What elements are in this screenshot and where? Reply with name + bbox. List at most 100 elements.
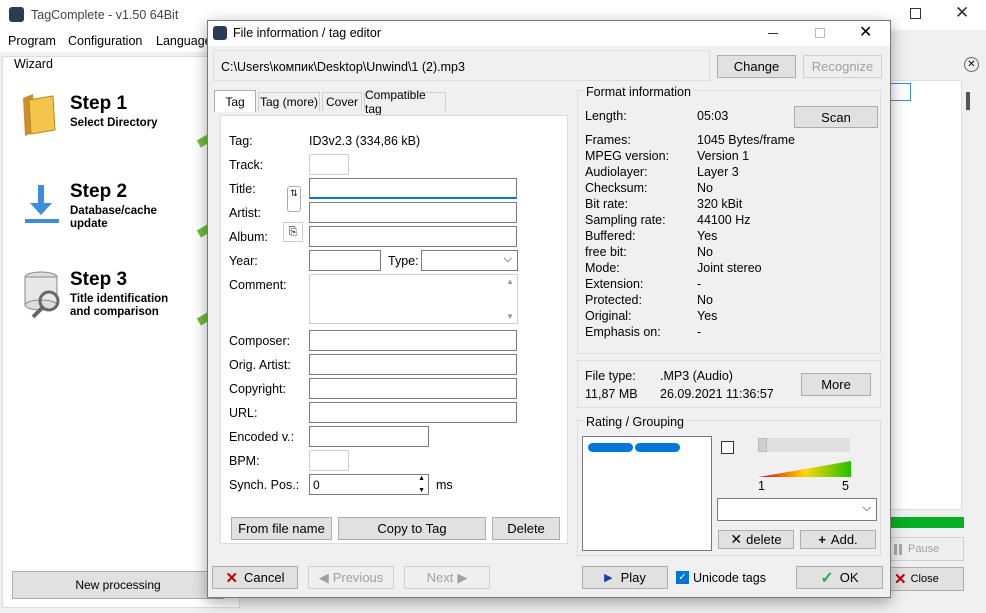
copy-album-icon[interactable]: ⎘ bbox=[283, 222, 303, 242]
wizard-label: Wizard bbox=[12, 57, 55, 71]
stepper-down-icon[interactable]: ▼ bbox=[418, 487, 425, 494]
format-value: 44100 Hz bbox=[697, 213, 751, 227]
dialog-maximize-button[interactable] bbox=[815, 28, 825, 38]
pause-label: Pause bbox=[908, 543, 940, 555]
grouping-select[interactable]: ⌵ bbox=[717, 498, 877, 521]
close-x-icon: ✕ bbox=[894, 571, 907, 588]
bpm-field[interactable] bbox=[309, 450, 349, 471]
step-2-subtitle: Database/cache update bbox=[70, 205, 157, 230]
tab-tag-more[interactable]: Tag (more) bbox=[258, 92, 320, 111]
url-field[interactable] bbox=[309, 402, 517, 423]
type-select[interactable]: ⌵ bbox=[421, 250, 518, 271]
main-window-title: TagComplete - v1.50 64Bit bbox=[31, 8, 179, 22]
tag-panel: Tag: ID3v2.3 (334,86 kB) Track: Title: A… bbox=[220, 115, 568, 544]
dialog-minimize-button[interactable] bbox=[768, 33, 778, 34]
unicode-tags-checkbox[interactable]: ✓ bbox=[676, 571, 689, 584]
format-value: 320 kBit bbox=[697, 197, 743, 211]
close-button[interactable]: ✕ Close bbox=[887, 567, 964, 591]
format-label: Emphasis on: bbox=[585, 325, 661, 339]
file-date: 26.09.2021 11:36:57 bbox=[660, 387, 774, 401]
step-1-subtitle: Select Directory bbox=[70, 117, 158, 129]
play-button[interactable]: ▶ Play bbox=[582, 566, 668, 589]
album-label: Album: bbox=[229, 230, 268, 244]
more-button[interactable]: More bbox=[801, 373, 871, 396]
album-field[interactable] bbox=[309, 226, 517, 247]
close-label: Close bbox=[910, 573, 939, 585]
menu-program[interactable]: Program bbox=[8, 34, 56, 48]
orig-artist-field[interactable] bbox=[309, 354, 517, 375]
format-info-heading: Format information bbox=[584, 85, 693, 99]
step-1-title: Step 1 bbox=[70, 93, 128, 114]
arrow-left-icon: ◀ bbox=[318, 569, 329, 585]
copyright-field[interactable] bbox=[309, 378, 517, 399]
format-label: Bit rate: bbox=[585, 197, 629, 211]
format-value: No bbox=[697, 293, 713, 307]
main-maximize-button[interactable] bbox=[910, 8, 921, 19]
year-field[interactable] bbox=[309, 250, 381, 271]
copyright-label: Copyright: bbox=[229, 382, 286, 396]
chevron-down-icon: ⌵ bbox=[862, 502, 871, 514]
checkmark-icon: ✓ bbox=[820, 569, 834, 587]
wizard-panel: Wizard Step 1 Select Directory Step 2 Da… bbox=[2, 56, 240, 608]
encoded-field[interactable] bbox=[309, 426, 429, 447]
rating-checkbox[interactable] bbox=[721, 441, 734, 454]
rating-group: Rating / Grouping 1 5 ⌵ ✕ delete + Add. bbox=[577, 415, 881, 556]
scan-button[interactable]: Scan bbox=[794, 106, 878, 128]
scroll-down-icon[interactable]: ▼ bbox=[506, 312, 514, 321]
tag-value: ID3v2.3 (334,86 kB) bbox=[309, 134, 421, 148]
tab-cover[interactable]: Cover bbox=[322, 92, 362, 111]
format-label: Audiolayer: bbox=[585, 165, 648, 179]
tab-tag[interactable]: Tag bbox=[214, 90, 256, 112]
stepper-up-icon[interactable]: ▲ bbox=[418, 475, 425, 482]
rating-slider[interactable] bbox=[758, 438, 850, 452]
composer-field[interactable] bbox=[309, 330, 517, 351]
format-label: Extension: bbox=[585, 277, 644, 291]
new-processing-button[interactable]: New processing bbox=[12, 571, 224, 599]
dialog-close-button[interactable]: ✕ bbox=[859, 22, 872, 42]
progress-bar bbox=[887, 517, 964, 528]
grouping-list[interactable] bbox=[582, 436, 712, 551]
plus-icon: + bbox=[818, 532, 826, 547]
swap-title-artist-icon[interactable]: ⇅ bbox=[287, 186, 301, 212]
recognize-button[interactable]: Recognize bbox=[803, 55, 882, 78]
change-button[interactable]: Change bbox=[717, 55, 796, 78]
next-button[interactable]: Next ▶ bbox=[404, 566, 490, 589]
results-list[interactable] bbox=[887, 80, 962, 510]
format-value: Yes bbox=[697, 309, 718, 323]
comment-field[interactable]: ▲ ▼ bbox=[309, 274, 518, 324]
encoded-label: Encoded v.: bbox=[229, 430, 295, 444]
slider-thumb[interactable] bbox=[758, 438, 767, 452]
pause-button[interactable]: Pause bbox=[887, 537, 964, 561]
orig-artist-label: Orig. Artist: bbox=[229, 358, 291, 372]
panel-close-icon[interactable]: ✕ bbox=[964, 57, 979, 72]
tab-compatible-tag[interactable]: Compatible tag bbox=[364, 88, 446, 116]
scroll-up-icon[interactable]: ▲ bbox=[506, 277, 514, 286]
track-field[interactable] bbox=[309, 154, 349, 175]
title-field[interactable] bbox=[309, 178, 517, 199]
previous-button[interactable]: ◀ Previous bbox=[308, 566, 394, 589]
main-close-button[interactable]: ✕ bbox=[955, 3, 969, 23]
rating-bar bbox=[588, 443, 633, 452]
rating-heading: Rating / Grouping bbox=[584, 415, 686, 429]
menu-configuration[interactable]: Configuration bbox=[68, 34, 142, 48]
menu-language[interactable]: Language bbox=[156, 34, 212, 48]
cancel-button[interactable]: ✕ Cancel bbox=[212, 566, 298, 589]
delete-tag-button[interactable]: Delete bbox=[492, 517, 560, 540]
track-label: Track: bbox=[229, 158, 264, 172]
cancel-x-icon: ✕ bbox=[225, 569, 239, 587]
title-label: Title: bbox=[229, 182, 256, 196]
right-panel: ✕ Pause ✕ Close bbox=[887, 56, 984, 608]
comment-label: Comment: bbox=[229, 278, 287, 292]
ok-button[interactable]: ✓ OK bbox=[796, 566, 883, 589]
rating-add-button[interactable]: + Add. bbox=[800, 530, 876, 549]
artist-field[interactable] bbox=[309, 202, 517, 223]
format-label: MPEG version: bbox=[585, 149, 670, 163]
scrollbar[interactable] bbox=[966, 92, 970, 110]
copy-to-tag-button[interactable]: Copy to Tag bbox=[338, 517, 486, 540]
from-file-name-button[interactable]: From file name bbox=[231, 517, 332, 540]
format-value: - bbox=[697, 325, 702, 339]
synch-stepper[interactable]: 0 ▲ ▼ bbox=[309, 474, 429, 495]
rating-delete-button[interactable]: ✕ delete bbox=[718, 530, 794, 549]
format-value: No bbox=[697, 181, 713, 195]
format-label: Frames: bbox=[585, 133, 631, 147]
